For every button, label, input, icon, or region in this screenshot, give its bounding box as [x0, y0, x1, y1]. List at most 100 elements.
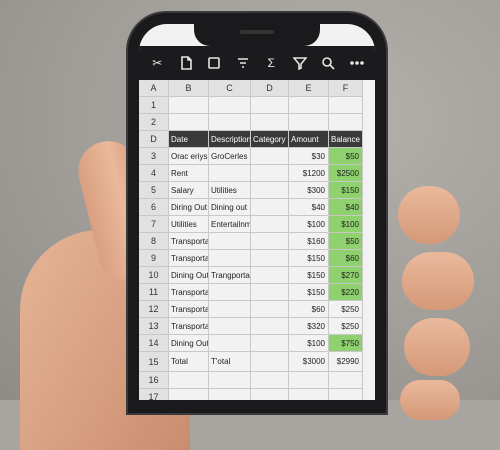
- cell-D[interactable]: [251, 335, 289, 352]
- row-number[interactable]: 12: [139, 301, 169, 318]
- cell-D[interactable]: [251, 389, 289, 400]
- cell-D[interactable]: [251, 250, 289, 267]
- row-number[interactable]: 4: [139, 165, 169, 182]
- cell-F[interactable]: $50: [329, 233, 363, 250]
- cell-C[interactable]: Entertailnment: [209, 216, 251, 233]
- row-number[interactable]: 8: [139, 233, 169, 250]
- cell-C[interactable]: T'otal: [209, 352, 251, 372]
- funnel-icon[interactable]: [289, 52, 311, 74]
- cell-B[interactable]: Salary: [169, 182, 209, 199]
- cell-D[interactable]: [251, 267, 289, 284]
- cell-E[interactable]: [289, 389, 329, 400]
- cell-B[interactable]: [169, 97, 209, 114]
- cell-E[interactable]: $40: [289, 199, 329, 216]
- cell-E[interactable]: $160: [289, 233, 329, 250]
- more-icon[interactable]: [346, 52, 368, 74]
- header-balance[interactable]: Balance: [329, 131, 363, 148]
- row-number[interactable]: 2: [139, 114, 169, 131]
- cell-E[interactable]: [289, 114, 329, 131]
- cell-F[interactable]: $60: [329, 250, 363, 267]
- sum-icon[interactable]: Σ: [260, 52, 282, 74]
- cell-C[interactable]: Trangportation: [209, 267, 251, 284]
- row-number[interactable]: 16: [139, 372, 169, 389]
- header-description[interactable]: Description: [209, 131, 251, 148]
- cell-E[interactable]: $150: [289, 284, 329, 301]
- filter-lines-icon[interactable]: [232, 52, 254, 74]
- cell-C[interactable]: [209, 372, 251, 389]
- cell-F[interactable]: $50: [329, 148, 363, 165]
- cell-C[interactable]: [209, 301, 251, 318]
- cell-F[interactable]: $270: [329, 267, 363, 284]
- row-number[interactable]: 17: [139, 389, 169, 400]
- cell-D[interactable]: [251, 182, 289, 199]
- cell-F[interactable]: $750: [329, 335, 363, 352]
- cell-D[interactable]: [251, 284, 289, 301]
- cell-D[interactable]: [251, 97, 289, 114]
- cell-D[interactable]: [251, 233, 289, 250]
- row-number[interactable]: 5: [139, 182, 169, 199]
- cell-C[interactable]: [209, 284, 251, 301]
- cell-F[interactable]: $100: [329, 216, 363, 233]
- row-number[interactable]: 6: [139, 199, 169, 216]
- cell-C[interactable]: [209, 318, 251, 335]
- cell-E[interactable]: $320: [289, 318, 329, 335]
- cell-D[interactable]: [251, 372, 289, 389]
- cell-F[interactable]: $220: [329, 284, 363, 301]
- cell-C[interactable]: [209, 165, 251, 182]
- cell-C[interactable]: [209, 233, 251, 250]
- scissors-icon[interactable]: ✂: [146, 52, 168, 74]
- cell-D[interactable]: [251, 318, 289, 335]
- cell-F[interactable]: [329, 97, 363, 114]
- cell-C[interactable]: [209, 335, 251, 352]
- cell-B[interactable]: [169, 372, 209, 389]
- cell-C[interactable]: Utilities: [209, 182, 251, 199]
- column-header-B[interactable]: B: [169, 80, 209, 97]
- header-amount[interactable]: Amount: [289, 131, 329, 148]
- cell-E[interactable]: $100: [289, 335, 329, 352]
- document-icon[interactable]: [175, 52, 197, 74]
- search-icon[interactable]: [317, 52, 339, 74]
- row-number[interactable]: 3: [139, 148, 169, 165]
- cell-B[interactable]: Total: [169, 352, 209, 372]
- column-header-A[interactable]: A: [139, 80, 169, 97]
- cell-E[interactable]: $30: [289, 148, 329, 165]
- cell-E[interactable]: [289, 372, 329, 389]
- cell-F[interactable]: $250: [329, 318, 363, 335]
- cell-F[interactable]: $2500: [329, 165, 363, 182]
- cell-B[interactable]: [169, 389, 209, 400]
- cell-F[interactable]: [329, 114, 363, 131]
- cell-B[interactable]: [169, 114, 209, 131]
- row-number[interactable]: 1: [139, 97, 169, 114]
- square-icon[interactable]: [203, 52, 225, 74]
- cell-B[interactable]: Diring Out: [169, 199, 209, 216]
- row-number[interactable]: 7: [139, 216, 169, 233]
- cell-E[interactable]: $300: [289, 182, 329, 199]
- cell-B[interactable]: Dining Out: [169, 335, 209, 352]
- cell-E[interactable]: $150: [289, 250, 329, 267]
- cell-D[interactable]: [251, 352, 289, 372]
- cell-E[interactable]: $1200: [289, 165, 329, 182]
- cell-D[interactable]: [251, 199, 289, 216]
- row-number[interactable]: 9: [139, 250, 169, 267]
- cell-C[interactable]: [209, 97, 251, 114]
- column-header-D[interactable]: D: [251, 80, 289, 97]
- row-number[interactable]: 11: [139, 284, 169, 301]
- cell-B[interactable]: Transportation: [169, 318, 209, 335]
- column-header-C[interactable]: C: [209, 80, 251, 97]
- cell-F[interactable]: [329, 372, 363, 389]
- cell-F[interactable]: $250: [329, 301, 363, 318]
- column-header-E[interactable]: E: [289, 80, 329, 97]
- cell-F[interactable]: [329, 389, 363, 400]
- column-header-F[interactable]: F: [329, 80, 363, 97]
- cell-C[interactable]: [209, 389, 251, 400]
- row-number[interactable]: D: [139, 131, 169, 148]
- cell-D[interactable]: [251, 301, 289, 318]
- row-number[interactable]: 15: [139, 352, 169, 372]
- cell-D[interactable]: [251, 165, 289, 182]
- header-category[interactable]: Category: [251, 131, 289, 148]
- cell-B[interactable]: Transportation: [169, 301, 209, 318]
- cell-D[interactable]: [251, 148, 289, 165]
- cell-B[interactable]: Transportation: [169, 250, 209, 267]
- cell-F[interactable]: $2990: [329, 352, 363, 372]
- cell-E[interactable]: $60: [289, 301, 329, 318]
